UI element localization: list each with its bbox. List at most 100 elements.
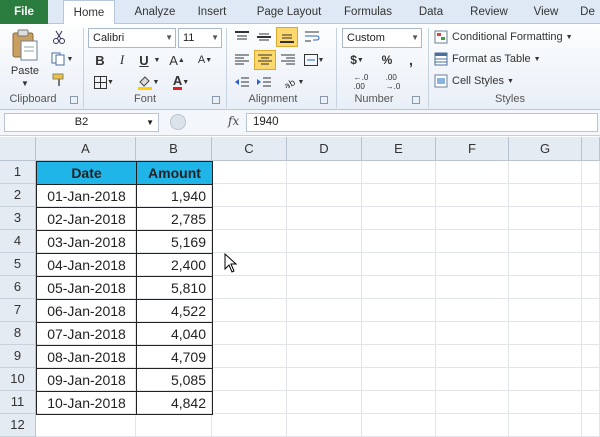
alignment-launcher-icon[interactable] (320, 96, 328, 104)
grid-cell[interactable] (212, 391, 287, 414)
grid-cell[interactable] (509, 345, 582, 368)
grid-cell[interactable] (362, 161, 436, 184)
grid-cell[interactable] (362, 299, 436, 322)
grid-cell[interactable] (582, 414, 600, 437)
amount-cell[interactable]: 2,400 (136, 254, 213, 277)
grid-cell[interactable] (287, 207, 362, 230)
amount-cell[interactable]: 5,085 (136, 369, 213, 392)
row-header-10[interactable]: 10 (0, 368, 36, 391)
grid-cell[interactable] (212, 299, 287, 322)
grid-cell[interactable] (287, 230, 362, 253)
number-format-combo[interactable]: Custom ▼ (342, 28, 422, 48)
comma-button[interactable]: , (402, 51, 420, 69)
grid-cell[interactable] (582, 253, 600, 276)
date-cell[interactable]: 02-Jan-2018 (36, 208, 137, 231)
amount-cell[interactable]: 4,522 (136, 300, 213, 323)
row-header-3[interactable]: 3 (0, 207, 36, 230)
date-cell[interactable]: 08-Jan-2018 (36, 346, 137, 369)
number-launcher-icon[interactable] (412, 96, 420, 104)
column-header-c[interactable]: C (212, 137, 287, 161)
font-size-combo[interactable]: 11 ▼ (178, 28, 222, 48)
grid-cell[interactable] (509, 230, 582, 253)
underline-dropdown-icon[interactable]: ▼ (152, 53, 162, 67)
paste-icon[interactable] (8, 28, 42, 62)
cut-icon[interactable] (50, 28, 68, 46)
amount-cell[interactable]: 4,040 (136, 323, 213, 346)
grid-cell[interactable] (436, 368, 509, 391)
grow-font-icon[interactable]: A ▲ (166, 51, 188, 69)
row-header-5[interactable]: 5 (0, 253, 36, 276)
grid-cell[interactable] (212, 368, 287, 391)
format-painter-icon[interactable] (50, 71, 68, 89)
amount-cell[interactable]: 5,169 (136, 231, 213, 254)
amount-cell[interactable]: 2,785 (136, 208, 213, 231)
grid-cell[interactable] (212, 345, 287, 368)
row-header-9[interactable]: 9 (0, 345, 36, 368)
column-header-d[interactable]: D (287, 137, 362, 161)
insert-function-icon[interactable]: fx (228, 114, 239, 128)
amount-cell[interactable]: 4,842 (136, 392, 213, 415)
column-header-f[interactable]: F (436, 137, 509, 161)
grid-cell[interactable] (212, 322, 287, 345)
tab-developer[interactable]: De (575, 0, 600, 24)
tab-review[interactable]: Review (464, 0, 514, 24)
grid-cell[interactable] (287, 161, 362, 184)
grid-cell[interactable] (362, 230, 436, 253)
date-cell[interactable]: 06-Jan-2018 (36, 300, 137, 323)
font-launcher-icon[interactable] (212, 96, 220, 104)
grid-cell[interactable] (436, 207, 509, 230)
grid-cell[interactable] (287, 322, 362, 345)
table-header-date[interactable]: Date (36, 161, 137, 185)
grid-cell[interactable] (509, 391, 582, 414)
grid-cell[interactable] (36, 414, 136, 437)
name-box[interactable]: B2 ▼ (4, 113, 159, 132)
grid-cell[interactable] (509, 368, 582, 391)
grid-cell[interactable] (436, 299, 509, 322)
font-name-combo[interactable]: Calibri ▼ (88, 28, 176, 48)
row-header-4[interactable]: 4 (0, 230, 36, 253)
grid-cell[interactable] (362, 184, 436, 207)
grid-cell[interactable] (509, 161, 582, 184)
increase-indent-icon[interactable] (254, 73, 274, 91)
tab-insert[interactable]: Insert (190, 0, 234, 24)
percent-button[interactable]: % (378, 51, 396, 69)
fill-color-icon[interactable]: ▼ (134, 73, 162, 91)
grid-cell[interactable] (582, 276, 600, 299)
date-cell[interactable]: 10-Jan-2018 (36, 392, 137, 415)
tab-view[interactable]: View (528, 0, 564, 24)
grid-cell[interactable] (136, 414, 212, 437)
grid-cell[interactable] (582, 322, 600, 345)
grid-cell[interactable] (212, 161, 287, 184)
grid-cell[interactable] (287, 368, 362, 391)
grid-cell[interactable] (509, 207, 582, 230)
paste-dropdown-icon[interactable]: ▼ (6, 78, 44, 88)
grid-cell[interactable] (362, 414, 436, 437)
row-header-12[interactable]: 12 (0, 414, 36, 437)
grid-cell[interactable] (362, 253, 436, 276)
grid-cell[interactable] (509, 414, 582, 437)
merge-center-icon[interactable]: ▼ (302, 51, 326, 69)
row-header-8[interactable]: 8 (0, 322, 36, 345)
column-header-e[interactable]: E (362, 137, 436, 161)
row-header-6[interactable]: 6 (0, 276, 36, 299)
grid-cell[interactable] (287, 345, 362, 368)
align-center-icon[interactable] (254, 50, 276, 70)
tab-data[interactable]: Data (412, 0, 450, 24)
grid-cell[interactable] (287, 184, 362, 207)
grid-cell[interactable] (362, 345, 436, 368)
grid-cell[interactable] (362, 276, 436, 299)
tab-page-layout[interactable]: Page Layout (248, 0, 330, 24)
date-cell[interactable]: 04-Jan-2018 (36, 254, 137, 277)
grid-cell[interactable] (436, 391, 509, 414)
bold-button[interactable]: B (92, 51, 108, 69)
grid-cell[interactable] (582, 345, 600, 368)
italic-button[interactable]: I (114, 51, 130, 69)
amount-cell[interactable]: 4,709 (136, 346, 213, 369)
grid-cell[interactable] (212, 414, 287, 437)
grid-cell[interactable] (287, 414, 362, 437)
grid-cell[interactable] (362, 368, 436, 391)
grid-cell[interactable] (436, 230, 509, 253)
column-header-b[interactable]: B (136, 137, 212, 161)
grid-cell[interactable] (212, 207, 287, 230)
align-left-icon[interactable] (232, 51, 252, 69)
